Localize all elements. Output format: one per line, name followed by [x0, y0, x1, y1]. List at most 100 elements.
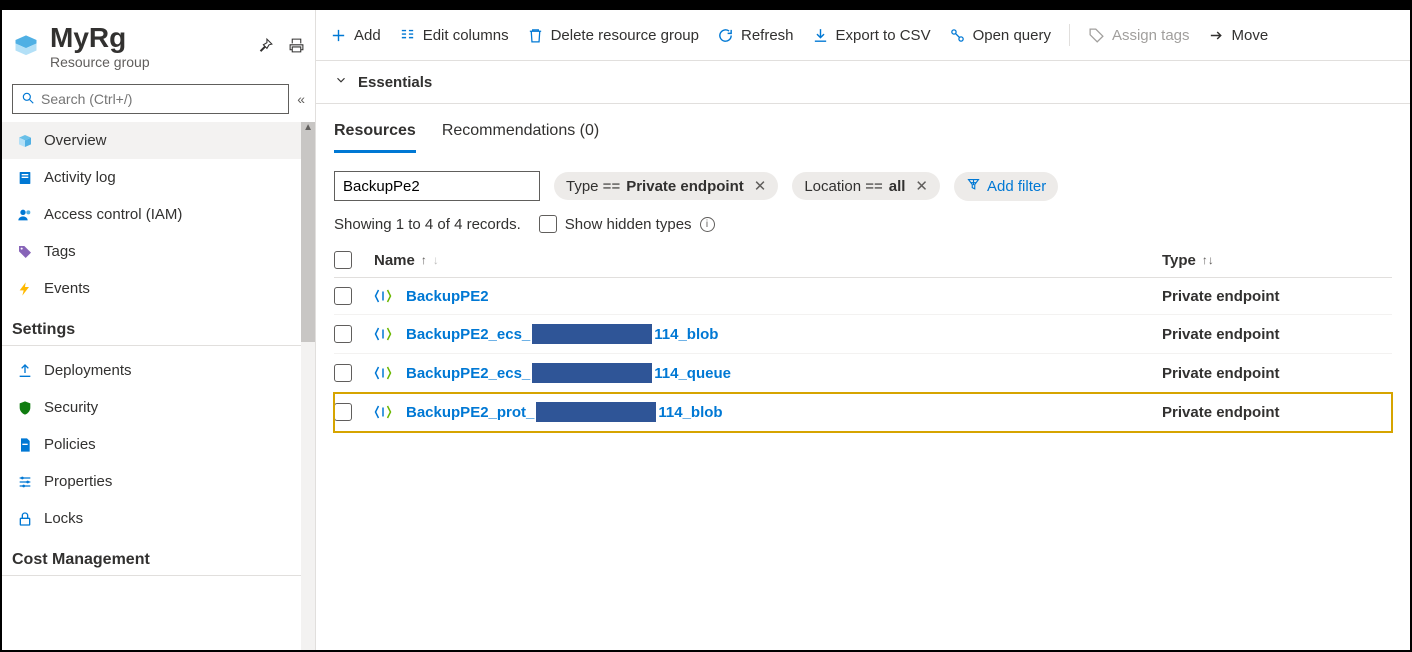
nav-label: Events: [44, 280, 90, 297]
col-header-type[interactable]: Type ↑↓: [1162, 252, 1392, 269]
resource-header: MyRg Resource group: [2, 10, 315, 74]
filter-bar: Type == Private endpoint ✕ Location == a…: [316, 153, 1410, 211]
private-endpoint-icon: [374, 403, 394, 421]
private-endpoint-icon: [374, 287, 394, 305]
sidebar-search[interactable]: [12, 84, 289, 114]
cube-icon: [16, 133, 34, 149]
col-header-name[interactable]: Name ↑ ↓: [374, 252, 1162, 269]
row-checkbox[interactable]: [334, 325, 352, 343]
row-checkbox[interactable]: [334, 403, 352, 421]
add-button[interactable]: Add: [330, 27, 381, 44]
sort-asc-icon: ↑: [421, 253, 427, 267]
lock-icon: [16, 511, 34, 527]
nav-label: Properties: [44, 473, 112, 490]
nav-label: Locks: [44, 510, 83, 527]
assign-tags-button: Assign tags: [1088, 27, 1190, 44]
tag-icon: [1088, 27, 1105, 44]
cost-heading: Cost Management: [2, 537, 307, 576]
show-hidden-checkbox[interactable]: [539, 215, 557, 233]
document-icon: [16, 437, 34, 453]
scroll-up-icon[interactable]: ▲: [303, 122, 313, 133]
private-endpoint-icon: [374, 325, 394, 343]
sidebar-item-security[interactable]: Security: [2, 389, 315, 426]
main-content: Add Edit columns Delete resource group R…: [316, 10, 1410, 650]
close-icon[interactable]: ✕: [911, 177, 928, 195]
filter-pill-type[interactable]: Type == Private endpoint ✕: [554, 172, 778, 200]
sidebar-item-overview[interactable]: Overview: [2, 122, 315, 159]
book-icon: [16, 170, 34, 186]
close-icon[interactable]: ✕: [750, 177, 767, 195]
trash-icon: [527, 27, 544, 44]
edit-columns-button[interactable]: Edit columns: [399, 27, 509, 44]
nav-label: Security: [44, 399, 98, 416]
record-count: Showing 1 to 4 of 4 records.: [334, 216, 521, 233]
row-checkbox[interactable]: [334, 364, 352, 382]
pin-icon[interactable]: [257, 37, 274, 57]
sidebar-item-tags[interactable]: Tags: [2, 233, 315, 270]
sidebar-item-locks[interactable]: Locks: [2, 500, 315, 537]
refresh-button[interactable]: Refresh: [717, 27, 794, 44]
export-button[interactable]: Export to CSV: [812, 27, 931, 44]
resource-group-icon: [12, 33, 40, 61]
row-checkbox[interactable]: [334, 287, 352, 305]
tab-resources[interactable]: Resources: [334, 122, 416, 153]
nav-label: Overview: [44, 132, 107, 149]
sliders-icon: [16, 474, 34, 490]
shield-icon: [16, 400, 34, 416]
sidebar: MyRg Resource group « ▲ Overview: [2, 10, 316, 650]
filter-pill-location[interactable]: Location == all ✕: [792, 172, 940, 200]
info-icon[interactable]: i: [700, 217, 715, 232]
separator: [1069, 24, 1070, 46]
tag-icon: [16, 244, 34, 260]
move-button[interactable]: Move: [1208, 27, 1269, 44]
print-icon[interactable]: [288, 37, 305, 57]
settings-heading: Settings: [2, 307, 307, 346]
table-row: BackupPE2_ecs_114_queue Private endpoint: [334, 354, 1392, 393]
download-icon: [812, 27, 829, 44]
query-icon: [949, 27, 966, 44]
redacted-text: [532, 324, 652, 344]
add-filter-icon: [966, 177, 981, 196]
essentials-toggle[interactable]: Essentials: [316, 61, 1410, 104]
sort-desc-icon: ↓: [433, 253, 439, 267]
delete-button[interactable]: Delete resource group: [527, 27, 699, 44]
resource-type: Private endpoint: [1162, 288, 1392, 305]
resource-link[interactable]: BackupPE2: [406, 288, 489, 305]
select-all-checkbox[interactable]: [334, 251, 352, 269]
sidebar-item-activity-log[interactable]: Activity log: [2, 159, 315, 196]
sidebar-item-policies[interactable]: Policies: [2, 426, 315, 463]
resource-link[interactable]: BackupPE2_ecs_114_queue: [406, 363, 731, 383]
tabs: Resources Recommendations (0): [316, 104, 1410, 153]
search-input[interactable]: [41, 91, 280, 107]
sort-icon: ↑↓: [1202, 253, 1214, 267]
resource-link[interactable]: BackupPE2_ecs_114_blob: [406, 324, 718, 344]
status-bar: Showing 1 to 4 of 4 records. Show hidden…: [316, 211, 1410, 243]
sidebar-item-access-control[interactable]: Access control (IAM): [2, 196, 315, 233]
search-icon: [21, 91, 35, 108]
resource-type: Private endpoint: [1162, 404, 1392, 421]
filter-search-input[interactable]: [334, 171, 540, 201]
sidebar-item-properties[interactable]: Properties: [2, 463, 315, 500]
resource-type: Private endpoint: [1162, 365, 1392, 382]
private-endpoint-icon: [374, 364, 394, 382]
add-filter-button[interactable]: Add filter: [954, 172, 1058, 201]
resource-type: Private endpoint: [1162, 326, 1392, 343]
lightning-icon: [16, 281, 34, 297]
refresh-icon: [717, 27, 734, 44]
redacted-text: [536, 402, 656, 422]
resource-link[interactable]: BackupPE2_prot_114_blob: [406, 402, 723, 422]
nav-label: Activity log: [44, 169, 116, 186]
table-row: BackupPE2_ecs_114_blob Private endpoint: [334, 315, 1392, 354]
table-row: BackupPE2 Private endpoint: [334, 278, 1392, 315]
tab-recommendations[interactable]: Recommendations (0): [442, 122, 599, 153]
resources-table: Name ↑ ↓ Type ↑↓ BackupPE2 Private endpo…: [316, 243, 1410, 432]
columns-icon: [399, 27, 416, 44]
scrollbar-thumb[interactable]: [301, 122, 315, 342]
collapse-sidebar-icon[interactable]: «: [297, 91, 305, 107]
sidebar-item-events[interactable]: Events: [2, 270, 315, 307]
sidebar-item-deployments[interactable]: Deployments: [2, 352, 315, 389]
nav-label: Tags: [44, 243, 76, 260]
chevron-down-icon: [334, 73, 348, 91]
arrow-right-icon: [1208, 27, 1225, 44]
open-query-button[interactable]: Open query: [949, 27, 1051, 44]
